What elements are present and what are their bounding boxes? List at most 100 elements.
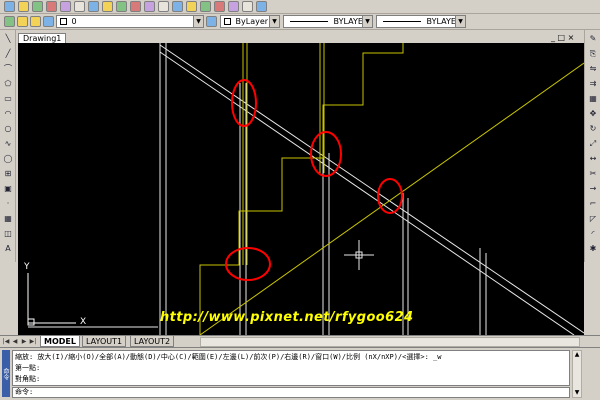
tab-layout1[interactable]: LAYOUT1 — [82, 336, 127, 347]
first-tab-icon[interactable]: |◀ — [2, 337, 10, 346]
erase-icon[interactable]: ✎ — [588, 34, 598, 43]
circle-icon[interactable]: ○ — [3, 124, 13, 133]
scroll-down-icon[interactable]: ▼ — [573, 389, 581, 397]
layer-manager-icon[interactable] — [4, 16, 15, 27]
modify-toolbar: ✎ ⎘ ⇋ ⇉ ▦ ✥ ↻ ⤢ ↔ ✂ → ⌐ ◸ ◜ ✱ — [584, 30, 600, 262]
next-tab-icon[interactable]: ▶ — [20, 337, 28, 346]
point-icon[interactable]: · — [3, 199, 13, 208]
cad-window: 0 ▼ ByLayer ▼ BYLAYER ▼ BYLAYER ▼ ╲ ╱ ⌒ ⬠ ▭ ◠… — [0, 0, 600, 400]
command-window-grip[interactable]: 命令 — [2, 350, 10, 397]
line-icon[interactable]: ╲ — [3, 34, 13, 43]
highlight-circle — [231, 79, 257, 127]
color-dropdown[interactable]: ByLayer ▼ — [220, 15, 280, 28]
document-window-controls[interactable]: _ □ × — [551, 33, 574, 43]
watermark-text: http://www.pixnet.net/rfygoo624 — [160, 310, 414, 325]
layer-properties-toolbar: 0 ▼ ByLayer ▼ BYLAYER ▼ BYLAYER ▼ — [0, 14, 600, 30]
prev-tab-icon[interactable]: ◀ — [11, 337, 19, 346]
polyline-icon[interactable]: ⌒ — [3, 64, 13, 73]
ucs-x-label: X — [80, 317, 87, 327]
drawing-canvas[interactable] — [18, 43, 584, 335]
explode-icon[interactable]: ✱ — [588, 244, 598, 253]
linetype-sample — [290, 21, 328, 22]
bulb-icon — [17, 16, 28, 27]
fillet-icon[interactable]: ◜ — [588, 229, 598, 238]
xline-icon[interactable]: ╱ — [3, 49, 13, 58]
zoom-window-icon[interactable] — [200, 1, 211, 12]
pan-icon[interactable] — [172, 1, 183, 12]
color-swatch-icon — [224, 18, 231, 25]
copy-icon[interactable] — [102, 1, 113, 12]
copy-obj-icon[interactable]: ⎘ — [588, 49, 598, 58]
print-icon[interactable] — [46, 1, 57, 12]
command-history-line: 縮放: 放大(I)/縮小(O)/全部(A)/動態(D)/中心(C)/範圍(E)/… — [15, 353, 442, 361]
horizontal-scrollbar[interactable] — [200, 337, 580, 347]
last-tab-icon[interactable]: ▶| — [29, 337, 37, 346]
sun-icon — [30, 16, 41, 27]
design-center-icon[interactable] — [242, 1, 253, 12]
highlight-circle — [225, 247, 271, 281]
region-icon[interactable]: ◫ — [3, 229, 13, 238]
tab-model[interactable]: MODEL — [40, 336, 80, 347]
command-input[interactable]: 命令: — [12, 387, 570, 398]
ellipse-icon[interactable]: ◯ — [3, 154, 13, 163]
insert-icon[interactable]: ⊞ — [3, 169, 13, 178]
mirror-icon[interactable]: ⇋ — [588, 64, 598, 73]
chevron-down-icon: ▼ — [269, 16, 279, 27]
color-value: ByLayer — [235, 17, 269, 26]
scale-icon[interactable]: ⤢ — [588, 139, 598, 148]
offset-icon[interactable]: ⇉ — [588, 79, 598, 88]
break-icon[interactable]: ⌐ — [588, 199, 598, 208]
extend-icon[interactable]: → — [588, 184, 598, 193]
command-history-line: 第一點: — [15, 364, 41, 372]
arc-icon[interactable]: ◠ — [3, 109, 13, 118]
document-tab[interactable]: Drawing1 — [18, 33, 67, 43]
handrail-line — [159, 51, 575, 335]
highlight-circle — [310, 131, 342, 177]
rectangle-icon[interactable]: ▭ — [3, 94, 13, 103]
help-icon[interactable] — [256, 1, 267, 12]
zoom-icon[interactable] — [186, 1, 197, 12]
crosshair-cursor — [344, 240, 374, 270]
open-icon[interactable] — [18, 1, 29, 12]
command-scrollbar[interactable]: ▲ ▼ — [572, 350, 582, 398]
scroll-up-icon[interactable]: ▲ — [573, 351, 581, 359]
tab-layout2[interactable]: LAYOUT2 — [130, 336, 175, 347]
layer-name: 0 — [71, 17, 77, 26]
properties-icon[interactable] — [228, 1, 239, 12]
move-icon[interactable]: ✥ — [588, 109, 598, 118]
make-current-icon[interactable] — [206, 16, 217, 27]
command-window: 命令 縮放: 放大(I)/縮小(O)/全部(A)/動態(D)/中心(C)/範圍(… — [0, 347, 600, 400]
save-icon[interactable] — [32, 1, 43, 12]
hatch-icon[interactable]: ▦ — [3, 214, 13, 223]
block-icon[interactable]: ▣ — [3, 184, 13, 193]
trim-icon[interactable]: ✂ — [588, 169, 598, 178]
paste-icon[interactable] — [116, 1, 127, 12]
lineweight-sample — [383, 21, 421, 22]
stair-drawing — [27, 43, 584, 335]
new-icon[interactable] — [4, 1, 15, 12]
text-icon[interactable]: A — [3, 244, 13, 253]
handrail-line — [159, 44, 584, 334]
command-history-line: 對角點: — [15, 375, 41, 383]
lineweight-dropdown[interactable]: BYLAYER ▼ — [376, 15, 466, 28]
chevron-down-icon: ▼ — [455, 16, 465, 27]
chevron-down-icon: ▼ — [193, 16, 203, 27]
ucs-icon — [27, 273, 76, 326]
chamfer-icon[interactable]: ◸ — [588, 214, 598, 223]
array-icon[interactable]: ▦ — [588, 94, 598, 103]
spline-icon[interactable]: ∿ — [3, 139, 13, 148]
polygon-icon[interactable]: ⬠ — [3, 79, 13, 88]
rotate-icon[interactable]: ↻ — [588, 124, 598, 133]
layout-tab-bar: |◀ ◀ ▶ ▶| MODEL LAYOUT1 LAYOUT2 — [0, 335, 600, 347]
preview-icon[interactable] — [60, 1, 71, 12]
redo-icon[interactable] — [158, 1, 169, 12]
undo-icon[interactable] — [144, 1, 155, 12]
plot-icon[interactable] — [74, 1, 85, 12]
linetype-dropdown[interactable]: BYLAYER ▼ — [283, 15, 373, 28]
cut-icon[interactable] — [88, 1, 99, 12]
zoom-prev-icon[interactable] — [214, 1, 225, 12]
match-icon[interactable] — [130, 1, 141, 12]
layer-dropdown[interactable]: 0 ▼ — [56, 15, 204, 28]
lock-icon — [43, 16, 54, 27]
stretch-icon[interactable]: ↔ — [588, 154, 598, 163]
